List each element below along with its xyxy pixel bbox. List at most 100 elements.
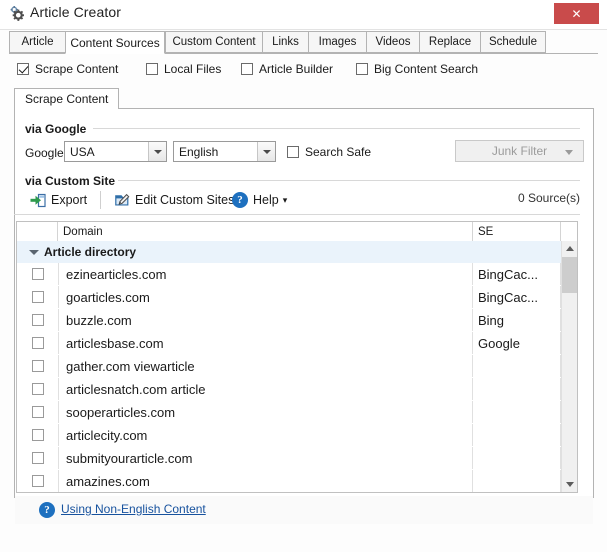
row-checkbox[interactable] (32, 268, 44, 280)
toolbar-bottom-rule (14, 214, 580, 215)
grid-header-se[interactable]: SE (473, 222, 561, 241)
country-dropdown[interactable]: USA (64, 141, 167, 162)
row-domain: sooperarticles.com (58, 401, 473, 423)
language-dropdown[interactable]: English (173, 141, 276, 162)
table-row[interactable]: buzzle.com Bing (17, 309, 577, 333)
row-checkbox[interactable] (32, 314, 44, 326)
grid-header-tail (561, 222, 577, 241)
row-checkbox[interactable] (32, 337, 44, 349)
export-label: Export (51, 193, 87, 207)
row-checkbox-cell[interactable] (17, 332, 59, 354)
row-domain: submityourarticle.com (58, 447, 473, 469)
row-checkbox[interactable] (32, 291, 44, 303)
junk-filter-button[interactable]: Junk Filter (455, 140, 584, 162)
row-checkbox-cell[interactable] (17, 470, 59, 492)
edit-custom-sites-button[interactable]: Edit Custom Sites (114, 188, 234, 212)
checkbox-label-search-safe: Search Safe (305, 145, 371, 159)
checkbox-search-safe[interactable]: Search Safe (287, 145, 371, 159)
row-checkbox-cell[interactable] (17, 401, 59, 423)
table-row[interactable]: amazines.com (17, 470, 577, 493)
row-se (473, 424, 561, 446)
checkbox-big-content-search[interactable]: Big Content Search (356, 62, 478, 76)
checkbox-box-scrape-content[interactable] (17, 63, 29, 75)
row-checkbox-cell[interactable] (17, 447, 59, 469)
help-circle-glyph: ? (232, 192, 248, 208)
country-dropdown-value: USA (70, 145, 95, 159)
row-checkbox-cell[interactable] (17, 355, 59, 377)
tab-schedule[interactable]: Schedule (480, 31, 546, 53)
row-checkbox[interactable] (32, 475, 44, 487)
row-checkbox-cell[interactable] (17, 286, 59, 308)
section-rule-via-custom-site (118, 180, 580, 181)
checkbox-label-local-files: Local Files (164, 62, 221, 76)
table-row[interactable]: articlecity.com (17, 424, 577, 448)
checkbox-scrape-content[interactable]: Scrape Content (17, 62, 118, 76)
row-checkbox[interactable] (32, 406, 44, 418)
row-checkbox-cell[interactable] (17, 263, 59, 285)
export-button[interactable]: Export (30, 188, 87, 212)
row-se (473, 378, 561, 400)
table-row[interactable]: gather.com viewarticle (17, 355, 577, 379)
row-checkbox[interactable] (32, 429, 44, 441)
title-bar: Article Creator ✕ (0, 0, 607, 30)
row-domain: ezinearticles.com (58, 263, 473, 285)
table-row[interactable]: articlesbase.com Google (17, 332, 577, 356)
country-dropdown-caret-icon[interactable] (148, 142, 166, 161)
row-checkbox[interactable] (32, 383, 44, 395)
table-row[interactable]: submityourarticle.com (17, 447, 577, 471)
edit-pencil-icon (114, 193, 130, 208)
grid-header-domain[interactable]: Domain (58, 222, 473, 241)
using-non-english-content-link[interactable]: Using Non-English Content (61, 502, 206, 516)
section-rule-via-google (93, 128, 580, 129)
junk-filter-label: Junk Filter (492, 144, 547, 158)
help-question-icon: ? (232, 192, 248, 208)
help-caret-down-icon[interactable]: ▾ (283, 195, 288, 206)
checkbox-box-local-files[interactable] (146, 63, 158, 75)
close-button[interactable]: ✕ (554, 3, 599, 24)
tab-replace[interactable]: Replace (419, 31, 481, 53)
checkbox-box-big-content-search[interactable] (356, 63, 368, 75)
source-type-checkbox-row: Scrape Content Local Files Article Build… (0, 62, 607, 88)
table-row[interactable]: goarticles.com BingCac... (17, 286, 577, 310)
inner-tab-scrape-content[interactable]: Scrape Content (14, 88, 119, 109)
table-row[interactable]: ezinearticles.com BingCac... (17, 263, 577, 287)
tab-article[interactable]: Article (9, 31, 66, 53)
tab-content-sources[interactable]: Content Sources (65, 31, 165, 54)
language-dropdown-caret-icon[interactable] (257, 142, 275, 161)
checkbox-label-scrape-content: Scrape Content (35, 62, 118, 76)
row-checkbox[interactable] (32, 360, 44, 372)
row-checkbox-cell[interactable] (17, 424, 59, 446)
help-label: Help (253, 193, 279, 207)
tab-videos[interactable]: Videos (366, 31, 420, 53)
checkbox-label-article-builder: Article Builder (259, 62, 333, 76)
table-row[interactable]: sooperarticles.com (17, 401, 577, 425)
checkbox-box-search-safe[interactable] (287, 146, 299, 158)
scrollbar-thumb[interactable] (562, 257, 577, 293)
row-checkbox-cell[interactable] (17, 309, 59, 331)
grid-vertical-scrollbar[interactable] (561, 241, 577, 492)
row-checkbox-cell[interactable] (17, 378, 59, 400)
window-title: Article Creator (30, 4, 121, 20)
row-checkbox[interactable] (32, 452, 44, 464)
footer-help-icon[interactable]: ? (39, 502, 55, 518)
row-se (473, 401, 561, 423)
tab-links[interactable]: Links (262, 31, 309, 53)
row-domain: amazines.com (58, 470, 473, 492)
grid-group-row-article-directory[interactable]: Article directory (17, 241, 577, 264)
tab-custom-content[interactable]: Custom Content (165, 31, 263, 53)
tab-images[interactable]: Images (308, 31, 367, 53)
group-collapse-triangle-icon[interactable] (29, 250, 39, 255)
table-row[interactable]: articlesnatch.com article (17, 378, 577, 402)
export-arrow-icon (30, 193, 46, 208)
row-domain: goarticles.com (58, 286, 473, 308)
custom-sites-grid: Domain SE Article directory ezinearticle… (16, 221, 578, 493)
help-button[interactable]: ? Help ▾ (232, 188, 287, 212)
checkbox-box-article-builder[interactable] (241, 63, 253, 75)
checkbox-local-files[interactable]: Local Files (146, 62, 221, 76)
scroll-up-arrow-icon[interactable] (562, 241, 577, 256)
scroll-down-arrow-icon[interactable] (562, 477, 577, 492)
grid-header-select[interactable] (17, 222, 58, 241)
gears-icon (8, 5, 26, 23)
row-se: BingCac... (473, 286, 561, 308)
checkbox-article-builder[interactable]: Article Builder (241, 62, 333, 76)
